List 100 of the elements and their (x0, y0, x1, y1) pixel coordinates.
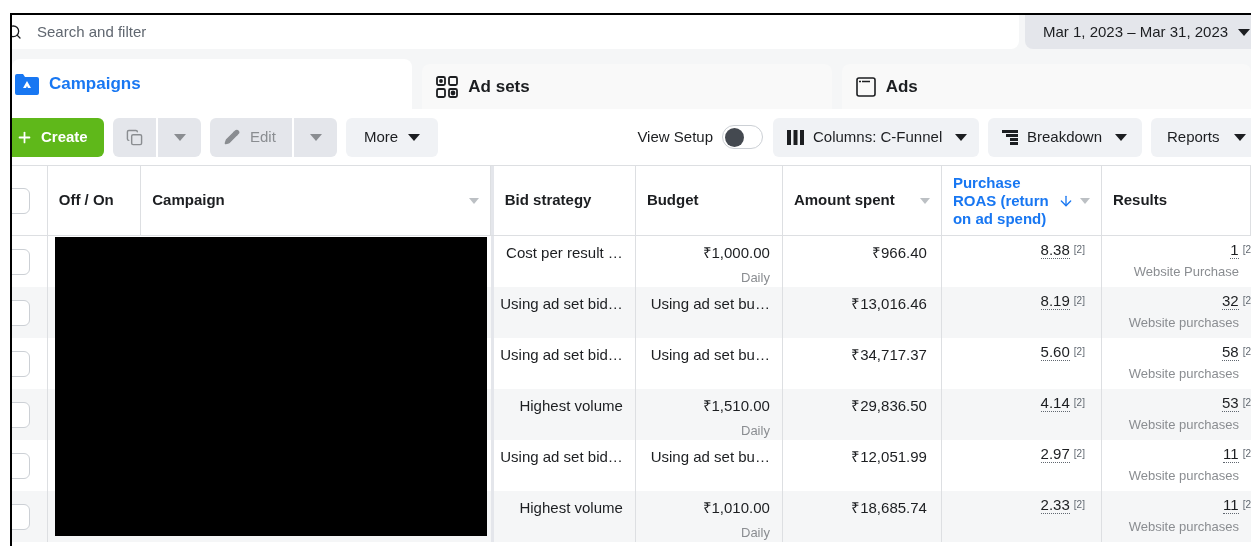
caret-icon (309, 133, 322, 141)
table-cell-text: Using ad set bu… (650, 447, 770, 467)
tab[interactable]: Campaigns (12, 59, 413, 109)
select-all-checkbox[interactable] (12, 187, 30, 214)
table-cell: 11 (1223, 497, 1239, 514)
table-cell: 4.14 (1040, 395, 1070, 412)
result-type: Website purchases (1128, 365, 1239, 383)
row-checkbox[interactable] (12, 401, 30, 428)
table-cell: 2.97 (1040, 446, 1070, 463)
table-cell-text: ₹1,010.00 (702, 498, 770, 518)
table-cell: 53 (1221, 395, 1239, 412)
table-cell-text: ₹1,000.00 (702, 243, 770, 263)
duplicate-menu-button[interactable] (158, 117, 201, 157)
date-range-picker[interactable]: Mar 1, 2023 – Mar 31, 2023 (1025, 15, 1251, 49)
reports-button[interactable]: Reports (1151, 117, 1251, 157)
columns-button[interactable]: Columns: C-Funnel (773, 117, 979, 157)
caret-icon (408, 133, 421, 141)
result-type: Website purchases (1128, 314, 1239, 332)
breakdown-button[interactable]: Breakdown (988, 117, 1142, 157)
footnote-mark: [2 (1242, 345, 1251, 359)
sort-caret-icon (468, 197, 479, 204)
table-cell: ₹29,836.50 (851, 397, 927, 414)
search-bar[interactable]: Search and filter (12, 15, 1019, 49)
caret-icon (173, 133, 186, 141)
table-cell: 1 (1230, 242, 1239, 259)
caret-icon (955, 133, 968, 141)
pencil-icon (224, 129, 240, 145)
table-cell: Using ad set bid… (500, 448, 623, 465)
table-cell: 2.33 (1040, 497, 1070, 514)
row-checkbox[interactable] (12, 503, 30, 530)
row-checkbox[interactable] (12, 299, 30, 326)
grid-icon (436, 75, 459, 98)
column-header[interactable]: Off / On (47, 166, 142, 235)
footnote-mark: [2 (1242, 447, 1251, 461)
table-cell-text: Using ad set bu… (650, 345, 770, 365)
columns-icon (787, 129, 804, 145)
column-title: Off / On (58, 190, 115, 211)
result-type: Website Purchase (1133, 263, 1239, 281)
column-title: Amount spent (793, 190, 896, 211)
column-header[interactable]: Budget (635, 166, 783, 235)
column-title: Campaign (152, 190, 226, 211)
column-title: Budget (646, 190, 700, 211)
table-cell-text: ₹1,510.00 (702, 396, 770, 416)
row-checkbox[interactable] (12, 350, 30, 377)
tab[interactable]: Ad sets (422, 64, 832, 109)
table-cell: Using ad set bid… (500, 346, 623, 363)
view-setup-label: View Setup (637, 126, 713, 147)
table-cell: Cost per result … (506, 244, 623, 261)
footnote-mark: [2] (1073, 447, 1085, 461)
column-header[interactable]: Results (1101, 166, 1251, 235)
footnote-mark: [2 (1242, 294, 1251, 308)
sort-caret-icon (1079, 197, 1090, 204)
footnote-mark: [2] (1073, 345, 1085, 359)
column-title: Bid strategy (504, 190, 593, 211)
table-cell: 58 (1221, 344, 1239, 361)
window-icon (855, 76, 876, 97)
table-cell: Highest volume (519, 397, 623, 414)
table-cell: ₹34,717.37 (851, 346, 927, 363)
budget-period: Daily (741, 268, 770, 287)
footnote-mark: [2] (1073, 498, 1085, 512)
footnote-mark: [2] (1073, 294, 1085, 308)
table-cell: 8.38 (1040, 242, 1070, 259)
edit-menu-button[interactable] (294, 117, 337, 157)
table-cell: ₹13,016.46 (851, 295, 927, 312)
search-field[interactable]: Search and filter (37, 20, 437, 44)
table-cell-text: Using ad set bu… (650, 294, 770, 314)
breakdown-icon (1002, 129, 1018, 145)
table-cell: ₹18,685.74 (851, 499, 927, 516)
caret-icon (1115, 133, 1128, 141)
result-type: Website purchases (1128, 467, 1239, 485)
row-checkbox[interactable] (12, 248, 30, 275)
column-header[interactable]: Amount spent (782, 166, 942, 235)
table-cell: Highest volume (519, 499, 623, 516)
caret-icon (1238, 28, 1251, 36)
result-type: Website purchases (1128, 518, 1239, 536)
footnote-mark: [2 (1242, 396, 1251, 410)
folder-icon (15, 73, 39, 95)
table-cell: ₹12,051.99 (851, 448, 927, 465)
more-button[interactable]: More (346, 117, 438, 157)
tab[interactable]: Ads (841, 64, 1251, 109)
table-cell: ₹966.40 (872, 244, 927, 261)
table-cell: 32 (1221, 293, 1239, 310)
table-cell: Using ad set bid… (500, 295, 623, 312)
duplicate-button[interactable] (113, 117, 156, 157)
footnote-mark: [2] (1073, 243, 1085, 257)
budget-period: Daily (741, 421, 770, 440)
budget-period: Daily (741, 523, 770, 542)
column-title: Results (1112, 190, 1169, 211)
sort-caret-icon (919, 197, 930, 204)
view-setup-toggle[interactable] (722, 125, 763, 149)
footnote-mark: [2 (1242, 243, 1251, 257)
column-header[interactable]: Campaign (141, 166, 491, 235)
column-header[interactable]: Purchase ROAS (return on ad spend) (941, 166, 1102, 235)
column-title: Purchase ROAS (return on ad spend) (952, 173, 1050, 228)
result-type: Website purchases (1128, 416, 1239, 434)
row-checkbox[interactable] (12, 452, 30, 479)
caret-icon (1233, 133, 1246, 141)
table-cell: 5.60 (1040, 344, 1070, 361)
footnote-mark: [2 (1242, 498, 1251, 512)
table-cell: 11 (1223, 446, 1239, 463)
